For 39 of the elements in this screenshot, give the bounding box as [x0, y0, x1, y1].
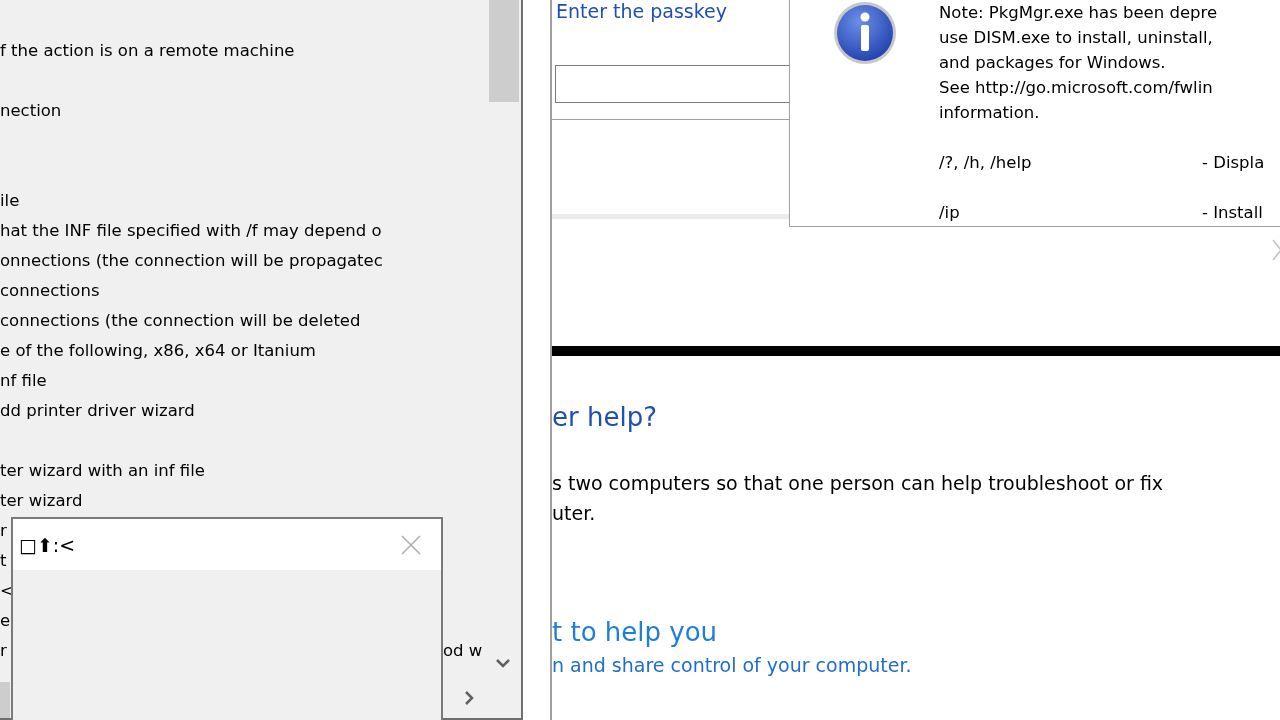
scroll-right-icon[interactable]: [464, 691, 474, 705]
console-text: r: [0, 521, 7, 540]
console-text: t: [0, 551, 7, 570]
console-text: connections (the connection will be deleted: [0, 311, 361, 330]
help-option-link[interactable]: n and share control of your computer.: [552, 652, 912, 678]
console-text: dd printer driver wizard: [0, 401, 195, 420]
help-option-title[interactable]: t to help you: [552, 616, 718, 648]
help-description: s two computers so that one person can help troubleshoot or fix: [552, 471, 1165, 496]
passkey-heading: Enter the passkey: [556, 0, 728, 22]
passkey-input-field[interactable]: [555, 65, 791, 103]
console-text: onnections (the connection will be propagatec: [0, 251, 383, 270]
console-text: nection: [0, 101, 62, 120]
scroll-down-icon[interactable]: [496, 658, 510, 668]
option-label: /?, /h, /help: [939, 153, 1032, 172]
close-icon[interactable]: [401, 534, 421, 555]
option-text: - Install: [1202, 202, 1263, 224]
dialog-title: □⬆:<: [19, 533, 76, 556]
console-text: od w: [443, 640, 482, 662]
note-text: and packages for Windows.: [939, 52, 1167, 74]
note-text: information.: [939, 102, 1041, 124]
option-text: - Displa: [1202, 152, 1265, 174]
help-heading: er help?: [552, 401, 658, 434]
scrollbar-thumb[interactable]: [489, 0, 519, 102]
console-text: ter wizard: [0, 491, 83, 510]
note-text: use DISM.exe to install, uninstall,: [939, 27, 1214, 49]
note-text: See http://go.microsoft.com/fwlin: [939, 77, 1214, 99]
console-text: f the action is on a remote machine: [0, 41, 295, 60]
console-text: nf file: [0, 371, 47, 390]
console-text: connections: [0, 281, 100, 300]
help-description: uter.: [552, 501, 597, 526]
console-text: ile: [0, 191, 20, 210]
console-text: e of the following, x86, x64 or Itanium: [0, 341, 316, 360]
console-text: ter wizard with an inf file: [0, 461, 205, 480]
console-text: e: [0, 611, 11, 630]
console-text: hat the INF file specified with /f may depend o: [0, 221, 382, 240]
note-text: Note: PkgMgr.exe has been depre: [939, 2, 1219, 24]
option-label: /ip: [939, 203, 960, 222]
console-text: r: [0, 641, 7, 660]
chevron-icon[interactable]: [1272, 238, 1280, 262]
